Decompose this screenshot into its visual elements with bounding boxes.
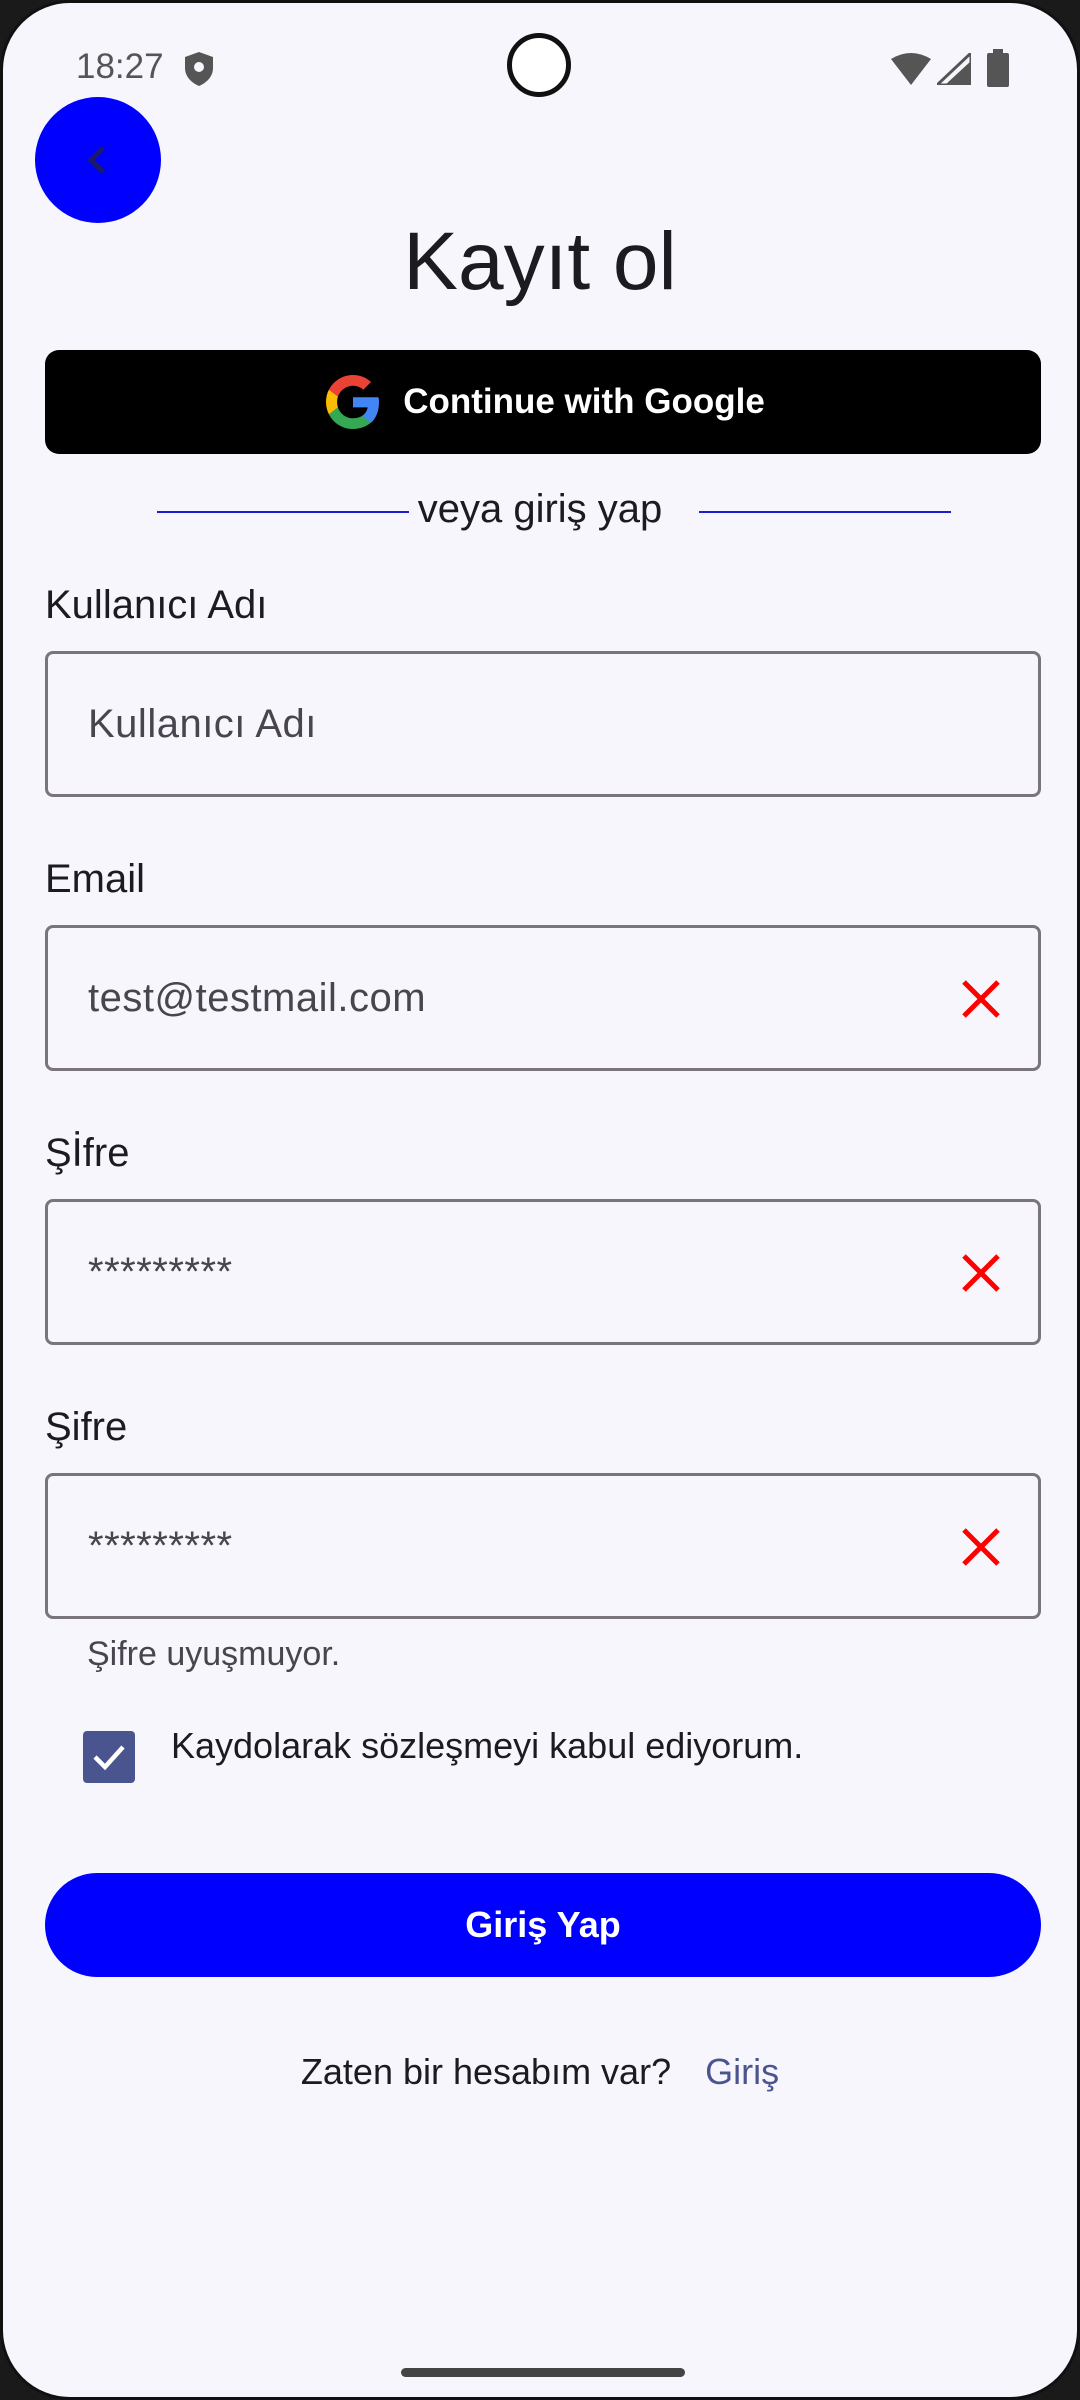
shield-icon bbox=[185, 52, 213, 86]
password-confirm-value: ********* bbox=[88, 1524, 233, 1568]
agreement-checkbox[interactable] bbox=[83, 1731, 135, 1783]
email-value: test@testmail.com bbox=[88, 976, 427, 1020]
page-title: Kayıt ol bbox=[403, 216, 677, 307]
clear-email-icon[interactable] bbox=[960, 978, 1002, 1020]
clear-password-confirm-icon[interactable] bbox=[960, 1526, 1002, 1568]
password-label: Şİfre bbox=[45, 1131, 130, 1175]
password-field[interactable]: ********* bbox=[45, 1199, 1041, 1345]
back-button[interactable] bbox=[35, 97, 161, 223]
email-field[interactable]: test@testmail.com bbox=[45, 925, 1041, 1071]
chevron-left-icon bbox=[87, 146, 105, 174]
password-confirm-label: Şifre bbox=[45, 1405, 128, 1449]
email-label: Email bbox=[45, 857, 146, 901]
clear-password-icon[interactable] bbox=[960, 1252, 1002, 1294]
google-button-label: Continue with Google bbox=[403, 382, 765, 421]
username-placeholder: Kullanıcı Adı bbox=[88, 702, 317, 746]
divider: veya giriş yap bbox=[3, 481, 1077, 541]
signal-icon bbox=[937, 53, 971, 85]
footer-text: Zaten bir hesabım var? bbox=[300, 2051, 672, 2092]
footer: Zaten bir hesabım var? Giriş bbox=[3, 2051, 1077, 2093]
continue-with-google-button[interactable]: Continue with Google bbox=[45, 350, 1041, 454]
gesture-nav-handle[interactable] bbox=[401, 2368, 685, 2377]
battery-icon bbox=[987, 49, 1009, 87]
username-field[interactable]: Kullanıcı Adı bbox=[45, 651, 1041, 797]
divider-text: veya giriş yap bbox=[413, 487, 667, 531]
password-confirm-field[interactable]: ********* bbox=[45, 1473, 1041, 1619]
password-value: ********* bbox=[88, 1250, 233, 1294]
status-bar: 18:27 bbox=[3, 3, 1077, 133]
login-link[interactable]: Giriş bbox=[705, 2051, 779, 2092]
app-screen: 18:27 Kayıt ol Continue with Google veya… bbox=[0, 0, 1080, 2400]
wifi-icon bbox=[891, 53, 931, 85]
submit-button[interactable]: Giriş Yap bbox=[45, 1873, 1041, 1977]
password-mismatch-error: Şifre uyuşmuyor. bbox=[87, 1635, 341, 1673]
google-icon bbox=[326, 375, 380, 429]
status-time: 18:27 bbox=[76, 47, 164, 86]
username-label: Kullanıcı Adı bbox=[45, 583, 268, 627]
camera-cutout bbox=[507, 33, 571, 97]
check-icon bbox=[93, 1745, 125, 1771]
agreement-label: Kaydolarak sözleşmeyi kabul ediyorum. bbox=[171, 1725, 804, 1766]
